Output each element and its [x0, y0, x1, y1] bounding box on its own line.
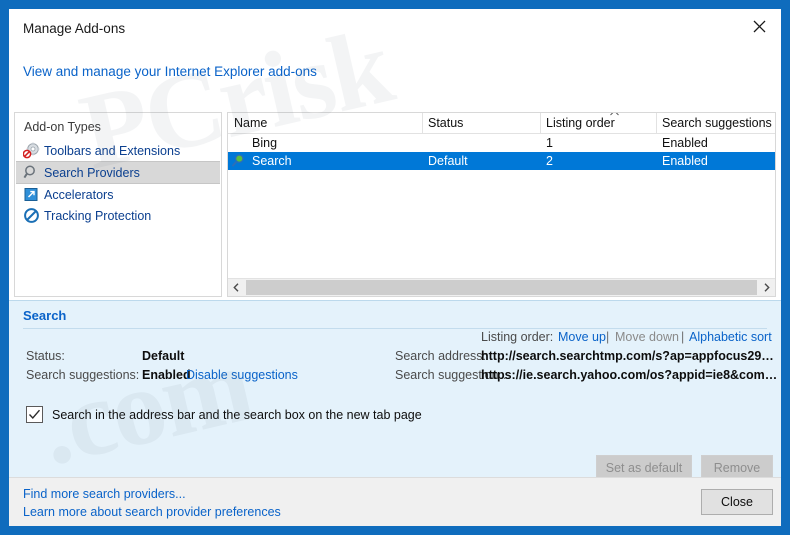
- sidebar-item-label: Tracking Protection: [44, 209, 151, 223]
- provider-rows: Bing 1 Enabled Search Default 2: [228, 134, 775, 170]
- prohibition-icon: [23, 207, 40, 224]
- details-divider: [23, 328, 767, 329]
- address-bar-search-checkbox[interactable]: [26, 406, 43, 423]
- cell-search-suggestions: Enabled: [662, 154, 708, 168]
- list-header: Name Status Listing order Search suggest…: [228, 113, 775, 134]
- horizontal-scrollbar[interactable]: [228, 278, 775, 296]
- move-up-link[interactable]: Move up: [558, 330, 606, 344]
- addon-types-pane: Add-on Types: [14, 112, 222, 297]
- move-down-link: Move down: [615, 330, 679, 344]
- addon-types-list: Toolbars and Extensions Search Providers: [16, 140, 220, 226]
- scroll-right-button[interactable]: [758, 279, 775, 296]
- table-row[interactable]: Search Default 2 Enabled: [228, 152, 775, 170]
- column-divider[interactable]: [656, 113, 657, 133]
- search-address-label: Search address:: [395, 349, 486, 363]
- magnifier-icon: [23, 164, 40, 181]
- sidebar-item-accelerators[interactable]: Accelerators: [16, 184, 220, 205]
- scroll-left-button[interactable]: [228, 279, 245, 296]
- sidebar-item-tracking-protection[interactable]: Tracking Protection: [16, 205, 220, 226]
- sidebar-item-toolbars-and-extensions[interactable]: Toolbars and Extensions: [16, 140, 220, 161]
- cell-status: Default: [428, 154, 468, 168]
- window-title: Manage Add-ons: [23, 21, 125, 36]
- scrollbar-thumb[interactable]: [246, 280, 757, 295]
- footer-bar: Find more search providers... Learn more…: [9, 477, 781, 526]
- close-dialog-button[interactable]: Close: [701, 489, 773, 515]
- column-divider[interactable]: [422, 113, 423, 133]
- details-title: Search: [23, 308, 66, 323]
- sidebar-item-label: Toolbars and Extensions: [44, 144, 180, 158]
- search-address-value: http://search.searchtmp.com/s?ap=appfocu…: [481, 349, 774, 363]
- close-button[interactable]: [737, 9, 781, 43]
- manage-addons-window: Manage Add-ons View and manage your Inte…: [9, 9, 781, 526]
- table-row[interactable]: Bing 1 Enabled: [228, 134, 775, 152]
- cell-listing-order: 2: [546, 154, 553, 168]
- search-suggestions-value: Enabled: [142, 368, 191, 382]
- alphabetic-sort-link[interactable]: Alphabetic sort: [689, 330, 772, 344]
- search-suggestion-url-value: https://ie.search.yahoo.com/os?appid=ie8…: [481, 368, 777, 382]
- cell-name: Search: [252, 154, 292, 168]
- chevron-right-icon: [763, 283, 770, 292]
- search-providers-list-pane: Name Status Listing order Search suggest…: [227, 112, 776, 297]
- view-manage-addons-link[interactable]: View and manage your Internet Explorer a…: [23, 64, 317, 79]
- details-pane: Search Status: Default Search suggestion…: [9, 300, 781, 478]
- address-bar-search-checkbox-row[interactable]: Search in the address bar and the search…: [26, 406, 422, 423]
- cell-listing-order: 1: [546, 136, 553, 150]
- sidebar-item-label: Search Providers: [44, 166, 140, 180]
- sidebar-item-label: Accelerators: [44, 188, 113, 202]
- content-area: Add-on Types: [9, 103, 781, 300]
- disable-suggestions-link[interactable]: Disable suggestions: [186, 368, 298, 382]
- magnifier-icon: [230, 153, 246, 169]
- column-header-name[interactable]: Name: [234, 116, 267, 130]
- address-bar-search-label: Search in the address bar and the search…: [52, 408, 422, 422]
- gear-blocked-icon: [23, 142, 40, 159]
- close-icon: [753, 20, 766, 33]
- arrow-box-icon: [23, 186, 40, 203]
- cell-search-suggestions: Enabled: [662, 136, 708, 150]
- cell-name: Bing: [252, 136, 277, 150]
- link-separator: |: [606, 330, 609, 344]
- sort-ascending-caret-icon: [610, 112, 619, 116]
- status-value: Default: [142, 349, 184, 363]
- addon-types-title: Add-on Types: [24, 120, 101, 134]
- column-divider[interactable]: [540, 113, 541, 133]
- chevron-left-icon: [233, 283, 240, 292]
- listing-order-label: Listing order:: [481, 330, 553, 344]
- link-separator: |: [681, 330, 684, 344]
- status-label: Status:: [26, 349, 65, 363]
- column-header-search-suggestions[interactable]: Search suggestions: [662, 116, 772, 130]
- checkmark-icon: [28, 408, 41, 421]
- learn-more-link[interactable]: Learn more about search provider prefere…: [23, 505, 281, 519]
- title-bar: Manage Add-ons: [9, 9, 781, 51]
- search-suggestions-label: Search suggestions:: [26, 368, 139, 382]
- column-header-status[interactable]: Status: [428, 116, 463, 130]
- sidebar-item-search-providers[interactable]: Search Providers: [16, 161, 220, 184]
- find-more-search-providers-link[interactable]: Find more search providers...: [23, 487, 186, 501]
- column-header-listing-order[interactable]: Listing order: [546, 116, 615, 130]
